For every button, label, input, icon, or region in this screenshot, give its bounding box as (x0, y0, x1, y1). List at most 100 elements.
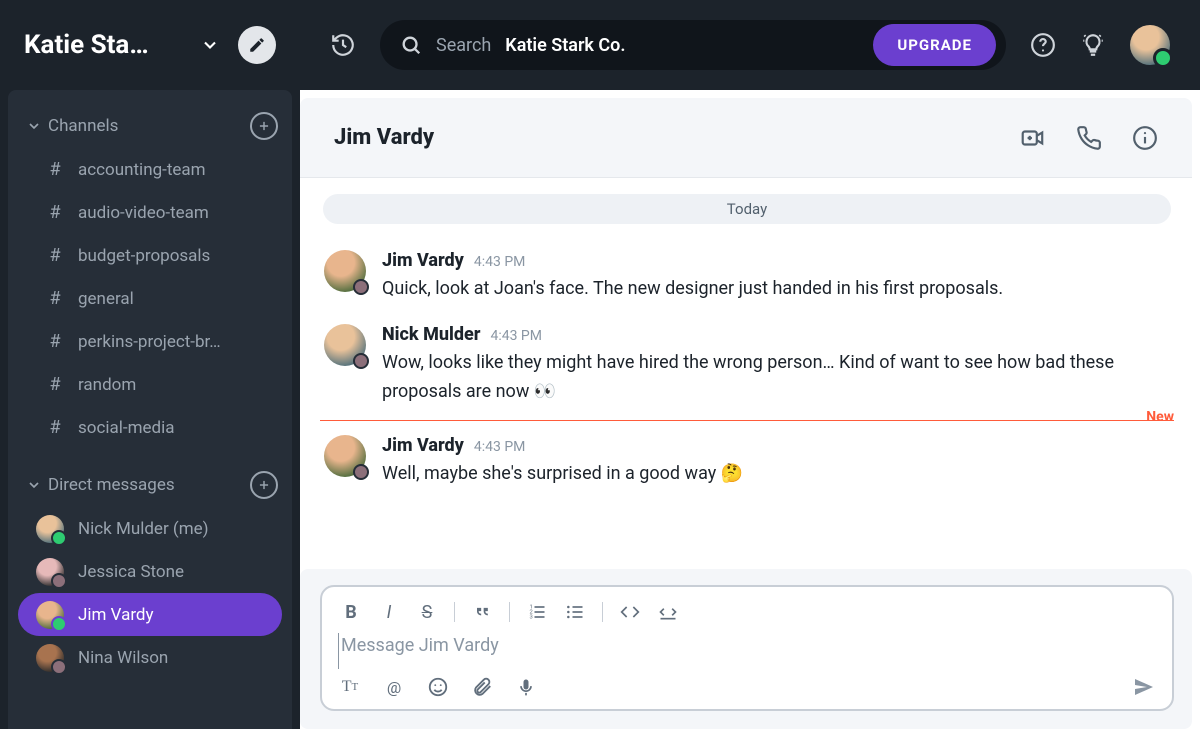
dm-label: Direct messages (48, 475, 250, 495)
ordered-list-button[interactable]: 123 (526, 601, 548, 623)
channel-name: budget-proposals (78, 246, 210, 266)
sidebar: Katie Sta… Channels # accounting-team # … (0, 0, 300, 729)
dm-section-header[interactable]: Direct messages (8, 463, 292, 507)
avatar (324, 435, 366, 477)
add-dm-button[interactable] (250, 471, 278, 499)
hash-icon: # (46, 288, 64, 309)
info-icon[interactable] (1132, 125, 1158, 151)
avatar (36, 601, 64, 629)
emoji-button[interactable] (426, 675, 450, 699)
message: Jim Vardy 4:43 PM Well, maybe she's surp… (320, 427, 1174, 501)
code-block-button[interactable] (657, 601, 679, 623)
format-toolbar: B I S 123 (338, 597, 1156, 633)
channel-item[interactable]: # accounting-team (18, 148, 282, 191)
avatar (36, 515, 64, 543)
channel-item[interactable]: # perkins-project-br… (18, 320, 282, 363)
message-text: Quick, look at Joan's face. The new desi… (382, 275, 1170, 304)
send-button[interactable] (1132, 675, 1156, 699)
bullet-list-button[interactable] (564, 601, 586, 623)
new-messages-divider: New (320, 420, 1174, 421)
message-time: 4:43 PM (474, 254, 526, 270)
composer-area: B I S 123 (300, 569, 1192, 729)
day-divider: Today (323, 194, 1171, 224)
attach-button[interactable] (470, 675, 494, 699)
svg-text:3: 3 (530, 615, 533, 621)
add-channel-button[interactable] (250, 112, 278, 140)
conversation-header: Jim Vardy (300, 98, 1192, 178)
message: Nick Mulder 4:43 PM Wow, looks like they… (320, 316, 1174, 419)
channel-name: audio-video-team (78, 203, 209, 223)
mention-button[interactable]: @ (382, 675, 406, 699)
dm-item[interactable]: Jessica Stone (18, 550, 282, 593)
topbar: Search Katie Stark Co. UPGRADE (300, 0, 1200, 90)
channels-section-header[interactable]: Channels (8, 104, 292, 148)
mic-button[interactable] (514, 675, 538, 699)
avatar (324, 250, 366, 292)
message-author: Nick Mulder (382, 324, 480, 345)
hash-icon: # (46, 331, 64, 352)
chevron-down-icon (26, 477, 48, 493)
message-list[interactable]: Today Jim Vardy 4:43 PM Quick, look at J… (300, 178, 1192, 569)
current-user-avatar[interactable] (1130, 25, 1170, 65)
help-icon[interactable] (1030, 32, 1056, 58)
chevron-down-icon (26, 118, 48, 134)
channel-name: general (78, 289, 134, 309)
chevron-down-icon[interactable] (196, 31, 224, 59)
dm-name: Jim Vardy (78, 605, 154, 625)
message-text: Wow, looks like they might have hired th… (382, 349, 1170, 407)
main: Search Katie Stark Co. UPGRADE Jim Vardy (300, 0, 1200, 729)
workspace-name: Katie Sta… (24, 30, 182, 60)
composer[interactable]: B I S 123 (320, 585, 1174, 711)
channel-name: accounting-team (78, 160, 206, 180)
avatar (36, 644, 64, 672)
search-label: Search (436, 35, 491, 56)
upgrade-button[interactable]: UPGRADE (873, 24, 996, 66)
search-input[interactable]: Search Katie Stark Co. UPGRADE (380, 20, 1006, 70)
phone-call-icon[interactable] (1076, 125, 1102, 151)
channel-name: social-media (78, 418, 174, 438)
strike-button[interactable]: S (416, 601, 438, 623)
code-button[interactable] (619, 601, 641, 623)
dm-name: Nick Mulder (me) (78, 519, 209, 539)
channel-item[interactable]: # general (18, 277, 282, 320)
history-icon[interactable] (330, 32, 356, 58)
channel-name: perkins-project-br… (78, 332, 221, 352)
quote-button[interactable] (471, 601, 493, 623)
workspace-header[interactable]: Katie Sta… (0, 0, 300, 90)
message-author: Jim Vardy (382, 250, 464, 271)
search-context: Katie Stark Co. (505, 35, 625, 56)
message-time: 4:43 PM (474, 439, 526, 455)
message-author: Jim Vardy (382, 435, 464, 456)
dm-name: Jessica Stone (78, 562, 184, 582)
dm-item[interactable]: Nina Wilson (18, 636, 282, 679)
hash-icon: # (46, 159, 64, 180)
channels-label: Channels (48, 116, 250, 136)
avatar (36, 558, 64, 586)
hash-icon: # (46, 417, 64, 438)
video-call-icon[interactable] (1020, 125, 1046, 151)
hash-icon: # (46, 202, 64, 223)
channel-item[interactable]: # budget-proposals (18, 234, 282, 277)
bold-button[interactable]: B (340, 601, 362, 623)
dm-item-active[interactable]: Jim Vardy (18, 593, 282, 636)
lightbulb-icon[interactable] (1080, 32, 1106, 58)
channel-item[interactable]: # audio-video-team (18, 191, 282, 234)
channel-item[interactable]: # random (18, 363, 282, 406)
dm-name: Nina Wilson (78, 648, 168, 668)
message-input[interactable]: Message Jim Vardy (338, 633, 1156, 669)
edit-workspace-button[interactable] (238, 26, 276, 64)
hash-icon: # (46, 245, 64, 266)
channel-item[interactable]: # social-media (18, 406, 282, 449)
dm-item[interactable]: Nick Mulder (me) (18, 507, 282, 550)
message: Jim Vardy 4:43 PM Quick, look at Joan's … (320, 242, 1174, 316)
channel-name: random (78, 375, 136, 395)
italic-button[interactable]: I (378, 601, 400, 623)
message-time: 4:43 PM (490, 328, 542, 344)
sidebar-scroll[interactable]: Channels # accounting-team # audio-video… (8, 90, 292, 729)
search-icon (400, 34, 422, 56)
conversation-title: Jim Vardy (334, 125, 1020, 150)
hash-icon: # (46, 374, 64, 395)
message-text: Well, maybe she's surprised in a good wa… (382, 460, 1170, 489)
text-format-toggle[interactable]: TT (338, 675, 362, 699)
new-label: New (1146, 409, 1174, 425)
